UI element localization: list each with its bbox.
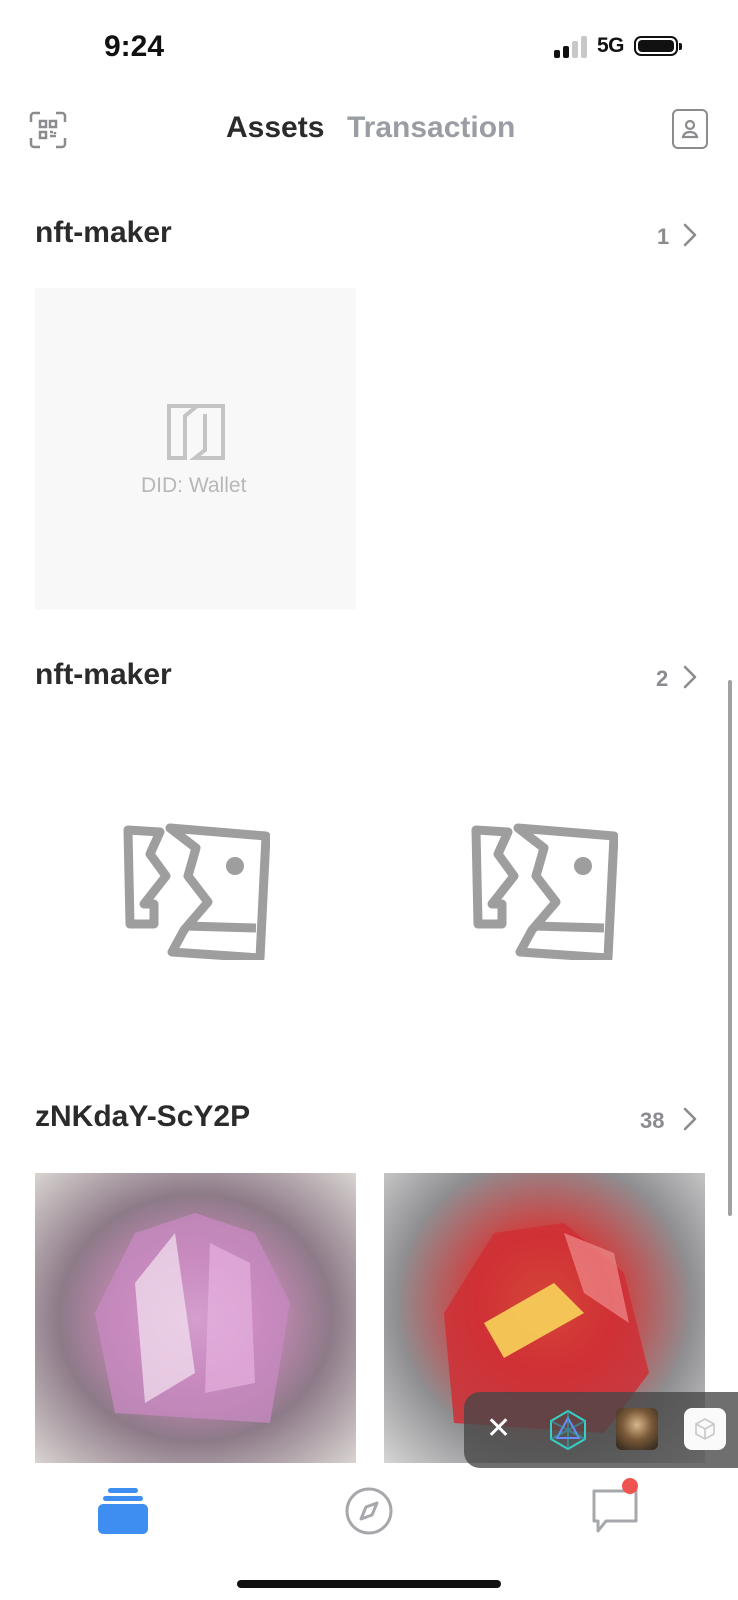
notification-badge	[622, 1478, 638, 1494]
broken-image-icon[interactable]	[118, 820, 270, 960]
wallet-icon[interactable]	[98, 1488, 148, 1534]
compass-icon[interactable]	[344, 1486, 394, 1536]
box-app-button[interactable]	[684, 1408, 726, 1450]
nft-image-pink-crystal[interactable]	[35, 1173, 356, 1463]
avatar[interactable]	[616, 1408, 658, 1450]
network-label: 5G	[596, 34, 625, 57]
scrollbar[interactable]	[728, 680, 732, 1216]
nft-card[interactable]: DID: Wallet	[35, 288, 356, 609]
chevron-right-icon[interactable]	[680, 1105, 700, 1133]
status-indicators: 5G	[553, 34, 682, 58]
hexagon-icon[interactable]	[546, 1408, 590, 1452]
home-indicator	[237, 1580, 501, 1588]
chevron-right-icon[interactable]	[680, 221, 700, 249]
collection-count[interactable]: 2	[656, 666, 668, 692]
floating-toolbar: ✕	[464, 1392, 738, 1468]
close-icon[interactable]: ✕	[486, 1414, 511, 1444]
collection-count[interactable]: 1	[657, 224, 669, 250]
qr-scan-icon	[29, 111, 67, 149]
qr-scan-button[interactable]	[28, 110, 68, 150]
collection-count[interactable]: 38	[640, 1108, 664, 1134]
collection-title[interactable]: nft-maker	[35, 658, 172, 692]
chevron-right-icon[interactable]	[680, 663, 700, 691]
broken-image-icon[interactable]	[466, 820, 618, 960]
collection-title[interactable]: zNKdaY-ScY2P	[35, 1100, 250, 1134]
collection-title[interactable]: nft-maker	[35, 216, 172, 250]
tab-assets[interactable]: Assets	[226, 111, 324, 145]
did-wallet-logo	[167, 404, 225, 460]
did-wallet-text: DID: Wallet	[141, 474, 247, 497]
profile-icon	[681, 119, 699, 139]
box-icon	[695, 1418, 715, 1440]
status-time: 9:24	[104, 30, 165, 63]
battery-icon	[634, 36, 682, 56]
signal-icon	[553, 34, 587, 58]
tab-transaction[interactable]: Transaction	[347, 111, 515, 145]
profile-button[interactable]	[672, 109, 708, 149]
